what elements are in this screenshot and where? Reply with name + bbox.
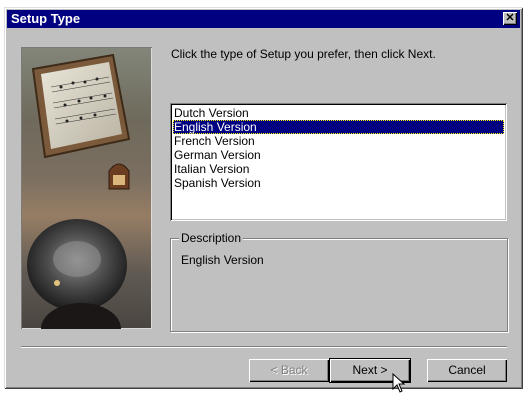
button-divider — [21, 346, 507, 348]
list-item-italian[interactable]: Italian Version — [173, 162, 504, 176]
list-item-dutch[interactable]: Dutch Version — [173, 106, 504, 120]
music-speaker-illustration — [21, 47, 152, 329]
list-item-french[interactable]: French Version — [173, 134, 504, 148]
setup-artwork-image — [21, 47, 152, 329]
description-text: English Version — [181, 253, 264, 267]
instruction-text: Click the type of Setup you prefer, then… — [171, 47, 436, 61]
back-button[interactable]: < Back — [249, 359, 329, 382]
version-listbox[interactable]: Dutch Version English Version French Ver… — [170, 103, 507, 221]
title-bar[interactable]: Setup Type ✕ — [7, 10, 520, 28]
mouse-pointer-icon — [392, 373, 406, 393]
list-item-english-selected[interactable]: English Version — [173, 120, 504, 134]
window-title: Setup Type — [11, 11, 81, 26]
close-button[interactable]: ✕ — [503, 12, 517, 25]
list-item-spanish[interactable]: Spanish Version — [173, 176, 504, 190]
list-item-german[interactable]: German Version — [173, 148, 504, 162]
description-groupbox: Description English Version — [170, 231, 508, 332]
setup-type-dialog: Setup Type ✕ Click the type of Setup you… — [4, 7, 523, 393]
cancel-button[interactable]: Cancel — [427, 359, 507, 382]
close-icon: ✕ — [505, 12, 515, 24]
description-legend: Description — [179, 231, 244, 245]
